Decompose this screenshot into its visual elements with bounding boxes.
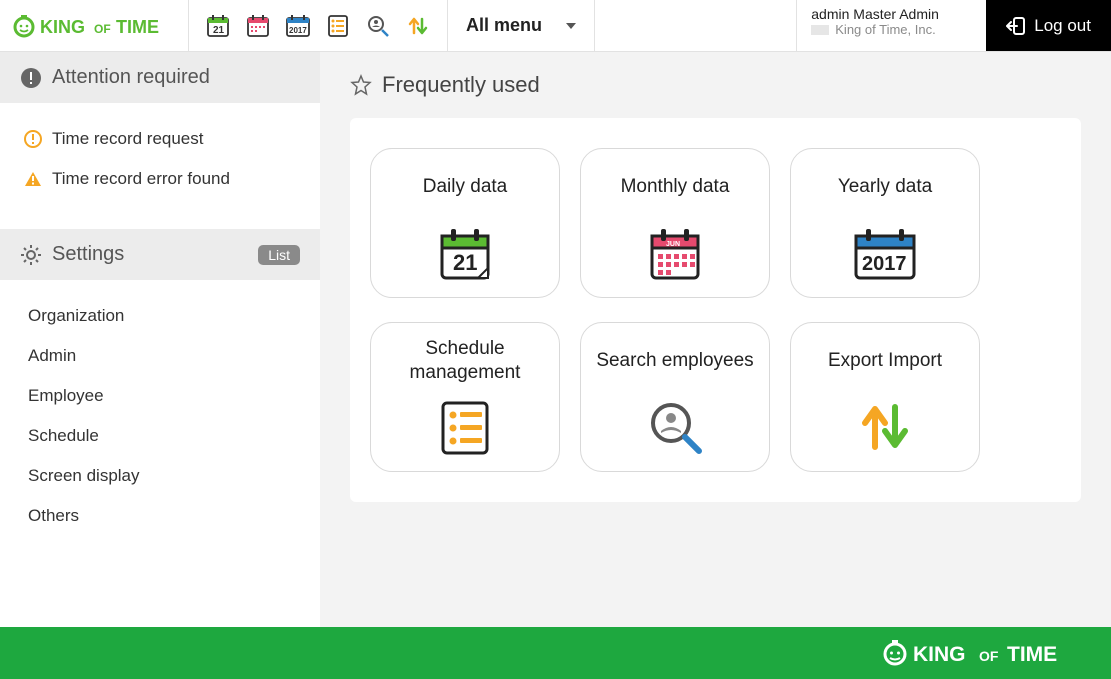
user-company: King of Time, Inc. — [835, 22, 935, 37]
gear-icon — [20, 244, 42, 266]
footer: KING OF TIME — [0, 627, 1111, 679]
card-label: Schedule management — [379, 337, 551, 385]
sidebar-item-employee[interactable]: Employee — [0, 376, 320, 416]
all-menu-dropdown[interactable]: All menu — [448, 0, 595, 51]
svg-text:21: 21 — [213, 25, 225, 36]
toolbar: 21 2017 — [189, 0, 448, 51]
schedule-management-icon — [437, 393, 493, 461]
monthly-data-icon: JUN — [644, 219, 706, 287]
frequently-used-title: Frequently used — [382, 72, 540, 98]
logout-button[interactable]: Log out — [986, 0, 1111, 51]
svg-text:2017: 2017 — [289, 26, 307, 35]
svg-text:21: 21 — [453, 250, 477, 275]
sidebar-item-label: Time record request — [52, 129, 203, 149]
card-monthly-data[interactable]: Monthly data JUN — [580, 148, 770, 298]
sidebar-item-screen-display[interactable]: Screen display — [0, 456, 320, 496]
svg-text:KING: KING — [40, 17, 85, 37]
svg-text:OF: OF — [94, 22, 111, 36]
king-of-time-logo-icon: KING OF TIME — [12, 13, 176, 39]
header: KING OF TIME 21 2017 All menu admin Mast… — [0, 0, 1111, 52]
settings-header: Settings List — [0, 229, 320, 280]
attention-list: Time record request Time record error fo… — [0, 103, 320, 229]
card-search-employees[interactable]: Search employees — [580, 322, 770, 472]
frequently-used-header: Frequently used — [350, 72, 1081, 98]
card-label: Search employees — [596, 337, 753, 385]
user-info: admin Master Admin King of Time, Inc. — [796, 0, 986, 51]
card-label: Daily data — [423, 163, 508, 211]
attention-title: Attention required — [52, 66, 210, 89]
svg-text:2017: 2017 — [862, 253, 907, 275]
daily-calendar-icon[interactable]: 21 — [205, 13, 231, 39]
card-export-import[interactable]: Export Import — [790, 322, 980, 472]
info-circle-icon — [24, 130, 42, 148]
monthly-calendar-icon[interactable] — [245, 13, 271, 39]
attention-icon — [20, 67, 42, 89]
star-icon — [350, 74, 372, 96]
sidebar-item-label: Organization — [28, 306, 124, 326]
sidebar-item-label: Admin — [28, 346, 76, 366]
frequently-used-panel: Daily data 21 Monthly data JUN Yearly da… — [350, 118, 1081, 502]
logout-label: Log out — [1034, 16, 1091, 36]
brand-logo[interactable]: KING OF TIME — [0, 0, 189, 51]
svg-text:KING: KING — [913, 643, 966, 666]
user-name: admin Master Admin — [811, 6, 972, 22]
sidebar-item-admin[interactable]: Admin — [0, 336, 320, 376]
yearly-calendar-icon[interactable]: 2017 — [285, 13, 311, 39]
svg-text:OF: OF — [979, 648, 999, 664]
sidebar-item-label: Employee — [28, 386, 104, 406]
card-label: Export Import — [828, 337, 942, 385]
all-menu-label: All menu — [466, 15, 542, 36]
card-label: Monthly data — [621, 163, 730, 211]
sidebar-item-label: Schedule — [28, 426, 99, 446]
search-employees-icon — [645, 393, 705, 461]
svg-text:JUN: JUN — [666, 241, 680, 248]
export-import-icon[interactable] — [405, 13, 431, 39]
chevron-down-icon — [566, 23, 576, 29]
sidebar-item-schedule[interactable]: Schedule — [0, 416, 320, 456]
logout-icon — [1006, 16, 1026, 36]
daily-data-icon: 21 — [434, 219, 496, 287]
sidebar-item-others[interactable]: Others — [0, 496, 320, 536]
sidebar-item-time-record-request[interactable]: Time record request — [0, 119, 320, 159]
attention-header: Attention required — [0, 52, 320, 103]
card-daily-data[interactable]: Daily data 21 — [370, 148, 560, 298]
svg-text:TIME: TIME — [1007, 643, 1057, 666]
settings-list-badge[interactable]: List — [258, 245, 300, 265]
sidebar-item-label: Time record error found — [52, 169, 230, 189]
card-label: Yearly data — [838, 163, 932, 211]
main-content: Frequently used Daily data 21 Monthly da… — [320, 52, 1111, 627]
card-schedule-management[interactable]: Schedule management — [370, 322, 560, 472]
svg-text:TIME: TIME — [116, 17, 159, 37]
settings-title: Settings — [52, 243, 124, 266]
sidebar-item-time-record-error[interactable]: Time record error found — [0, 159, 320, 199]
sidebar-item-label: Others — [28, 506, 79, 526]
sidebar-item-label: Screen display — [28, 466, 140, 486]
card-yearly-data[interactable]: Yearly data 2017 — [790, 148, 980, 298]
yearly-data-icon: 2017 — [850, 219, 920, 287]
king-of-time-footer-logo-icon: KING OF TIME — [881, 638, 1091, 668]
company-flag-icon — [811, 25, 829, 35]
export-import-icon-large — [855, 393, 915, 461]
sidebar: Attention required Time record request T… — [0, 52, 320, 627]
warning-triangle-icon — [24, 170, 42, 188]
settings-list: Organization Admin Employee Schedule Scr… — [0, 280, 320, 566]
schedule-mgmt-icon[interactable] — [325, 13, 351, 39]
search-employee-icon[interactable] — [365, 13, 391, 39]
sidebar-item-organization[interactable]: Organization — [0, 296, 320, 336]
